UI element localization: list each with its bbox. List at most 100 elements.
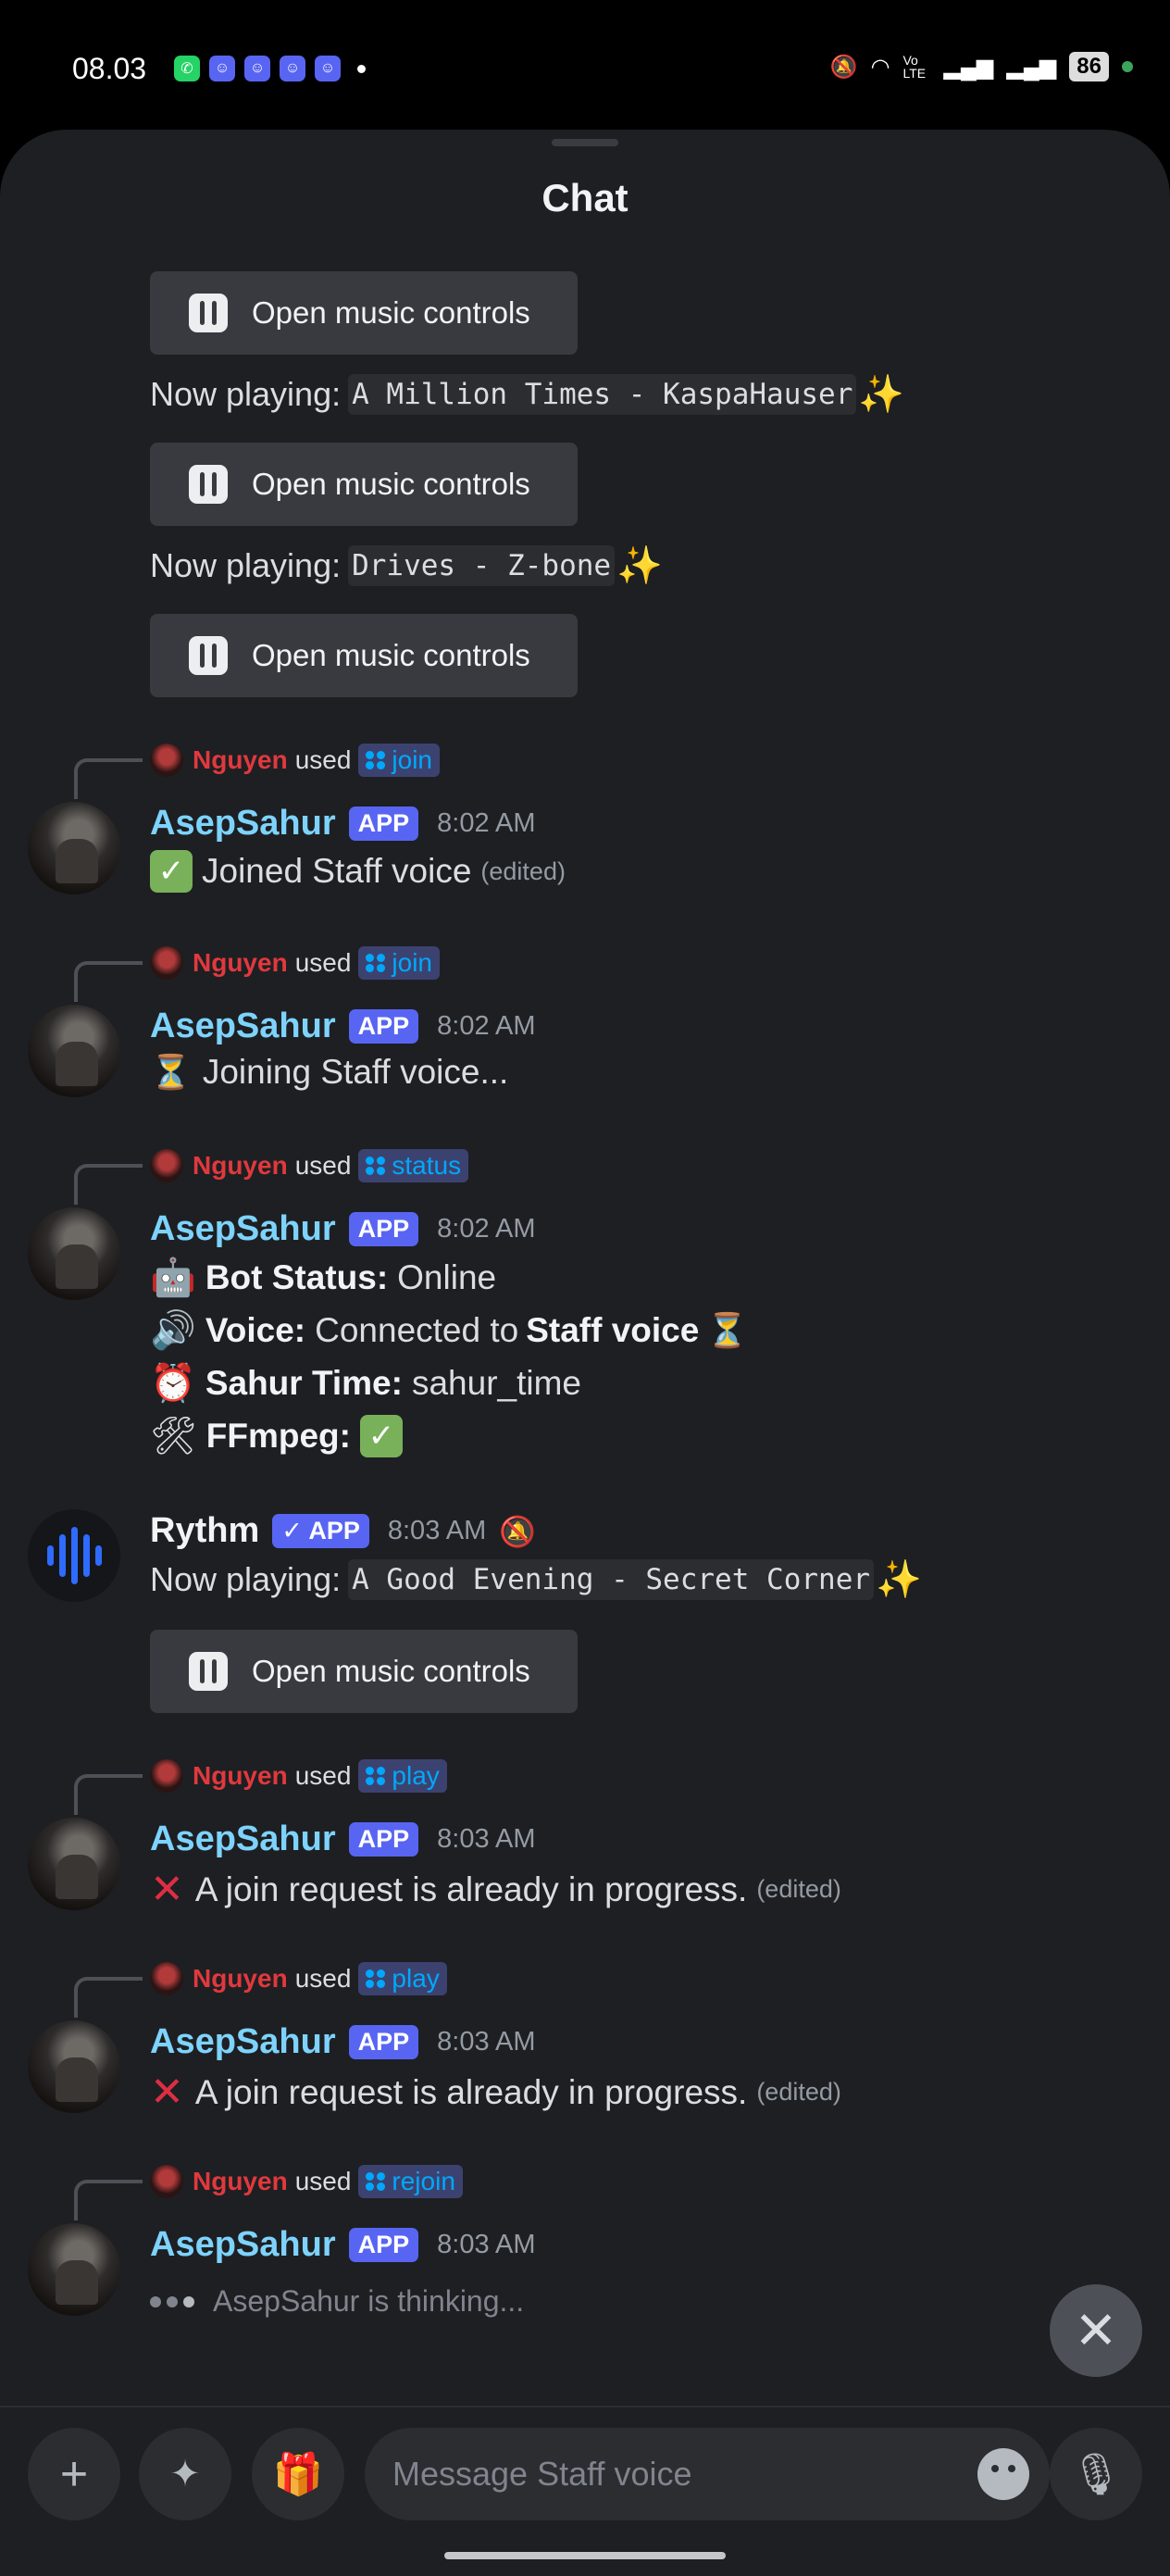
slash-command-badge[interactable]: play: [358, 1759, 447, 1793]
status-icons: 🔕 ◠ Vo LTE ▂▄▆ ▂▄▆ 86: [830, 52, 1133, 81]
avatar[interactable]: [150, 1759, 183, 1793]
reply-reference[interactable]: Nguyen used status: [74, 1149, 469, 1214]
gesture-navigation-bar[interactable]: [444, 2552, 726, 2559]
reply-username[interactable]: Nguyen: [193, 2167, 288, 2196]
avatar[interactable]: [28, 2223, 120, 2316]
signal-icon: ▂▄▆: [943, 54, 994, 80]
reply-username[interactable]: Nguyen: [193, 1964, 288, 1994]
track-name: A Million Times - KaspaHauser: [348, 373, 857, 415]
avatar[interactable]: [28, 1005, 120, 1097]
reply-connector: [74, 758, 143, 799]
slash-command-badge[interactable]: join: [358, 744, 440, 777]
music-controls-icon: [189, 636, 228, 675]
battery-icon: 86: [1069, 52, 1109, 81]
gift-icon: 🎁: [272, 2452, 324, 2497]
silent-notification-icon: 🔕: [499, 1514, 537, 1548]
username[interactable]: AsepSahur: [150, 804, 336, 844]
status-line-voice: 🔊 Voice: Connected to Staff voice ⏳: [150, 1310, 749, 1351]
app-badge: APP: [348, 1212, 419, 1246]
slash-command-badge[interactable]: join: [358, 946, 440, 980]
open-music-controls-button[interactable]: Open music controls: [150, 271, 578, 355]
timestamp: 8:03 AM: [437, 1824, 536, 1854]
volte-icon: Vo LTE: [902, 53, 927, 81]
app-command-icon: [366, 1970, 386, 1988]
username[interactable]: Rythm: [150, 1511, 259, 1551]
reply-reference[interactable]: Nguyen used join: [74, 744, 440, 808]
emoji-icon[interactable]: [977, 2448, 1029, 2500]
reply-username[interactable]: Nguyen: [193, 948, 288, 978]
music-button-label: Open music controls: [252, 467, 530, 501]
avatar[interactable]: [28, 1509, 120, 1602]
sparkles-icon: ✨: [616, 545, 663, 586]
avatar[interactable]: [28, 1818, 120, 1910]
avatar[interactable]: [28, 2020, 120, 2113]
microphone-icon: 🎙: [1070, 2452, 1122, 2497]
signal-icon: ▂▄▆: [1006, 54, 1057, 80]
reply-reference[interactable]: Nguyen used join: [74, 946, 440, 1011]
reply-connector: [74, 961, 143, 1002]
avatar[interactable]: [150, 2165, 183, 2198]
plus-icon: +: [59, 2447, 89, 2501]
apps-button[interactable]: ✦: [139, 2428, 231, 2520]
status-line-bot: 🤖 Bot Status: Online: [150, 1257, 497, 1298]
close-button[interactable]: ✕: [1050, 2284, 1142, 2377]
avatar[interactable]: [150, 1962, 183, 1995]
music-button-label: Open music controls: [252, 295, 530, 330]
reply-username[interactable]: Nguyen: [193, 1761, 288, 1791]
discord-icon: ☺: [209, 56, 235, 81]
message-header: AsepSahur APP 8:03 AM: [150, 1819, 536, 1859]
reply-reference[interactable]: Nguyen used play: [74, 1962, 447, 2027]
music-controls-icon: [189, 1652, 228, 1691]
username[interactable]: AsepSahur: [150, 1819, 336, 1859]
app-badge: APP: [348, 2228, 419, 2262]
gift-button[interactable]: 🎁: [252, 2428, 344, 2520]
message-header: AsepSahur APP 8:02 AM: [150, 804, 536, 844]
reply-username[interactable]: Nguyen: [193, 1151, 288, 1181]
mute-icon: 🔕: [829, 54, 858, 80]
avatar[interactable]: [150, 744, 183, 777]
avatar[interactable]: [150, 946, 183, 980]
open-music-controls-button[interactable]: Open music controls: [150, 1630, 578, 1713]
edited-label: (edited): [756, 2078, 841, 2106]
close-icon: ✕: [1074, 2301, 1118, 2359]
reply-reference[interactable]: Nguyen used rejoin: [74, 2165, 463, 2230]
message-header: AsepSahur APP 8:03 AM: [150, 2022, 536, 2062]
now-playing-prefix: Now playing:: [150, 374, 342, 413]
status-line-ffmpeg: 🛠 FFmpeg: ✓: [150, 1414, 412, 1457]
avatar[interactable]: [150, 1149, 183, 1182]
message-input[interactable]: Message Staff voice: [365, 2428, 1050, 2520]
chat-sheet: Chat Open music controls Now playing: A …: [0, 130, 1170, 2574]
username[interactable]: AsepSahur: [150, 2225, 336, 2265]
privacy-indicator-icon: [1122, 61, 1133, 72]
avatar[interactable]: [28, 1207, 120, 1300]
open-music-controls-button[interactable]: Open music controls: [150, 443, 578, 526]
reply-connector: [74, 2180, 143, 2220]
avatar[interactable]: [28, 802, 120, 894]
whatsapp-icon: ✆: [174, 56, 200, 81]
app-badge: APP: [348, 1009, 419, 1044]
status-bar: 08.03 ✆ ☺ ☺ ☺ ☺ 🔕 ◠ Vo LTE ▂▄▆ ▂▄▆ 86: [0, 0, 1170, 139]
used-label: used: [294, 2167, 352, 2195]
used-label: used: [294, 948, 352, 977]
voice-message-button[interactable]: 🎙: [1050, 2428, 1142, 2520]
sparkles-icon: ✨: [858, 374, 905, 415]
slash-command-badge[interactable]: rejoin: [358, 2165, 463, 2198]
discord-icon: ☺: [315, 56, 341, 81]
username[interactable]: AsepSahur: [150, 1209, 336, 1249]
open-music-controls-button[interactable]: Open music controls: [150, 614, 578, 697]
username[interactable]: AsepSahur: [150, 1007, 336, 1046]
add-attachment-button[interactable]: +: [28, 2428, 120, 2520]
now-playing-prefix: Now playing:: [150, 545, 342, 584]
drag-handle[interactable]: [552, 139, 618, 146]
reply-username[interactable]: Nguyen: [193, 745, 288, 775]
used-label: used: [294, 745, 352, 774]
track-name: A Good Evening - Secret Corner: [348, 1558, 875, 1600]
username[interactable]: AsepSahur: [150, 2022, 336, 2062]
slash-command-badge[interactable]: status: [358, 1149, 469, 1182]
reply-reference[interactable]: Nguyen used play: [74, 1759, 447, 1824]
reply-connector: [74, 1977, 143, 2018]
slash-command-badge[interactable]: play: [358, 1962, 447, 1995]
message-content: ✕ A join request is already in progress.…: [150, 2070, 841, 2115]
used-label: used: [294, 1761, 352, 1790]
typing-dot: [183, 2295, 194, 2307]
